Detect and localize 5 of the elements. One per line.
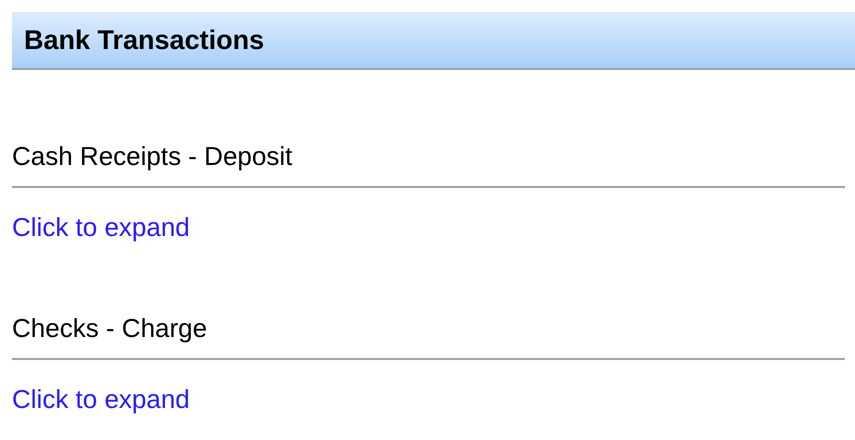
header-title: Bank Transactions — [24, 24, 264, 56]
section-title: Checks - Charge — [12, 313, 208, 343]
expand-link[interactable]: Click to expand — [12, 384, 190, 414]
expand-link[interactable]: Click to expand — [12, 212, 190, 242]
section-title: Cash Receipts - Deposit — [12, 141, 292, 171]
